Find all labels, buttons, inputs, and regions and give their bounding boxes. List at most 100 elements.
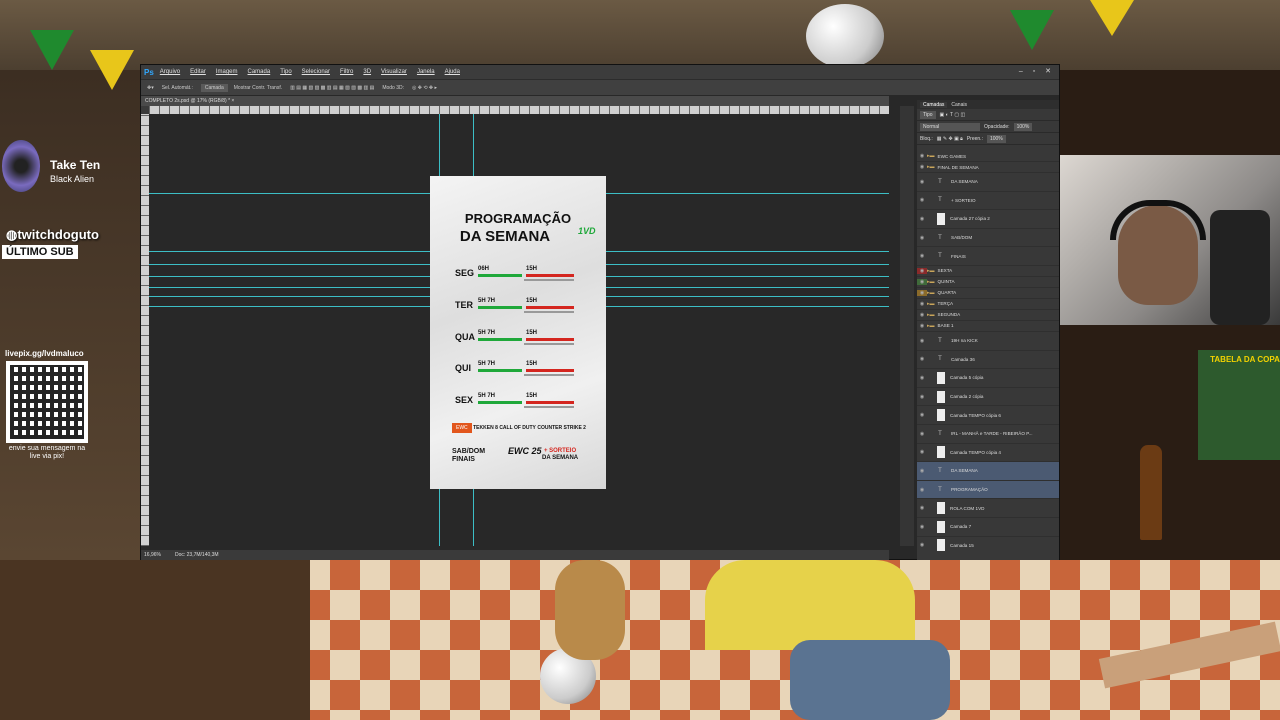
folder-icon[interactable]: ▸▬ — [927, 153, 935, 159]
menu-visualizar[interactable]: Visualizar — [381, 69, 407, 75]
eye-icon[interactable]: ◉ — [917, 356, 927, 362]
eye-icon[interactable]: ◉ — [917, 338, 927, 344]
eye-icon[interactable]: ◉ — [917, 216, 927, 222]
layer-row[interactable]: ◉ ▸▬ QUINTA — [917, 277, 1059, 288]
folder-icon[interactable]: ▸▬ — [927, 164, 935, 170]
layer-row[interactable]: ◉ Camada 5 cópia — [917, 369, 1059, 388]
eye-icon[interactable]: ◉ — [917, 253, 927, 259]
eye-icon[interactable]: ◉ — [917, 235, 927, 241]
move-tool-icon[interactable]: ✥▾ — [147, 85, 154, 91]
layer-name: SAB/DOM — [951, 235, 973, 241]
eye-icon[interactable]: ◉ — [917, 278, 927, 285]
layer-row[interactable]: ◉ ▸▬ BASE 1 — [917, 321, 1059, 332]
eye-icon[interactable]: ◉ — [917, 179, 927, 185]
eye-icon[interactable]: ◉ — [917, 431, 927, 437]
layer-row[interactable]: ◉ ROLA COM 1VD — [917, 499, 1059, 518]
tab-camadas[interactable]: Camadas — [920, 101, 948, 108]
folder-icon[interactable]: ▸▬ — [927, 323, 935, 329]
eye-icon[interactable]: ◉ — [917, 412, 927, 418]
blend-mode-select[interactable]: Normal — [920, 122, 980, 131]
menu-filtro[interactable]: Filtro — [340, 69, 353, 75]
eye-icon[interactable]: ◉ — [917, 524, 927, 530]
layer-row[interactable]: ◉ Camada TEMPO cópia 4 — [917, 444, 1059, 463]
opacity-input[interactable]: 100% — [1013, 122, 1033, 131]
layer-row[interactable]: ◉ T DA SEMANA — [917, 173, 1059, 192]
eye-icon[interactable]: ◉ — [917, 505, 927, 511]
menu-selecionar[interactable]: Selecionar — [302, 69, 330, 75]
show-transform-checkbox[interactable]: Mostrar Contr. Transf. — [234, 85, 282, 91]
panel-icon-strip[interactable] — [900, 106, 914, 546]
ruler-horizontal[interactable] — [149, 106, 889, 114]
menu-ajuda[interactable]: Ajuda — [445, 69, 460, 75]
layer-row[interactable]: ◉ T PROGRAMAÇÃO — [917, 480, 1059, 500]
folder-icon[interactable]: ▸▬ — [927, 301, 935, 307]
layer-row[interactable]: ◉ T + SORTEIO — [917, 192, 1059, 211]
layer-thumbnail — [937, 371, 945, 384]
layer-row[interactable]: ◉ T SAB/DOM — [917, 229, 1059, 248]
canvas-area[interactable]: PROGRAMAÇÃO DA SEMANA 1VD SEG 06H 15H TE… — [149, 114, 889, 546]
3d-tools-icons[interactable]: ◎ ✥ ⟲ ✥ ▸ — [412, 85, 437, 91]
layer-row[interactable]: ◉ T FINAIS — [917, 247, 1059, 266]
ruler-vertical[interactable] — [141, 114, 149, 546]
eye-icon[interactable]: ◉ — [917, 301, 927, 307]
layer-row[interactable]: ◉ ▸▬ TERÇA — [917, 299, 1059, 310]
eye-icon[interactable]: ◉ — [917, 289, 927, 296]
layer-row[interactable]: ◉ Camada 27 cópia 2 — [917, 210, 1059, 229]
menu-camada[interactable]: Camada — [248, 69, 271, 75]
stream-scene: Take Ten Black Alien ◍twitchdoguto ÚLTIM… — [0, 0, 1280, 720]
folder-icon[interactable]: ▸▬ — [927, 290, 935, 296]
auto-select-mode[interactable]: Camada — [200, 83, 228, 92]
eye-icon[interactable]: ◉ — [917, 323, 927, 329]
layer-row[interactable]: ◉ Camada 7 — [917, 518, 1059, 537]
fill-input[interactable]: 100% — [986, 134, 1006, 143]
layer-kind-filter[interactable]: Tipo — [920, 110, 936, 119]
eye-icon[interactable]: ◉ — [917, 197, 927, 203]
layer-row[interactable]: ◉ T 19H na KICK — [917, 332, 1059, 351]
document-tab[interactable]: COMPLETO 2s.psd @ 17% (RGB/8) * × — [141, 96, 889, 106]
layer-row[interactable]: ◉ T DA SEMANA — [917, 462, 1059, 481]
layer-row[interactable]: ◉ Camada 2 cópia — [917, 388, 1059, 407]
layer-row[interactable]: ◉ ▸▬ SEGUNDA — [917, 310, 1059, 321]
layer-row[interactable]: ◉ T Camada 36 — [917, 351, 1059, 370]
menu-3d[interactable]: 3D — [363, 69, 371, 75]
eye-icon[interactable]: ◉ — [917, 542, 927, 548]
menu-arquivo[interactable]: Arquivo — [160, 69, 180, 75]
window-controls[interactable]: – ▫ ✕ — [1019, 67, 1055, 75]
layer-row[interactable]: ◉ ▸▬ EWC GAMES — [917, 151, 1059, 162]
lock-row: Bloq.: ▦ ✎ ✥ ▣ 🔒︎ Preen.: 100% — [917, 133, 1059, 145]
eye-icon[interactable]: ◉ — [917, 394, 927, 400]
eye-icon[interactable]: ◉ — [917, 164, 927, 170]
poster-artboard[interactable]: PROGRAMAÇÃO DA SEMANA 1VD SEG 06H 15H TE… — [430, 176, 606, 489]
eye-icon[interactable]: ◉ — [917, 487, 927, 493]
poster-title-line1: PROGRAMAÇÃO — [464, 211, 572, 226]
eye-icon[interactable]: ◉ — [917, 267, 927, 274]
eye-icon[interactable]: ◉ — [917, 468, 927, 474]
align-icons[interactable]: ▥ ▤ ▦ ▧ ▨ ▩ ▥ ▤ ▦ ▧ ▨ ▩ ▥ ▤ — [290, 85, 374, 91]
eye-icon[interactable]: ◉ — [917, 312, 927, 318]
layer-row[interactable]: ◉ ▸▬ SEXTA — [917, 266, 1059, 277]
folder-icon[interactable]: ▸▬ — [927, 268, 935, 274]
eye-icon[interactable]: ◉ — [917, 449, 927, 455]
auto-select-checkbox[interactable]: Sel. Automát.: — [162, 85, 193, 91]
layer-row[interactable]: ◉ Camada TEMPO cópia 6 — [917, 406, 1059, 425]
photoshop-window[interactable]: Ps Arquivo Editar Imagem Camada Tipo Sel… — [140, 64, 1060, 560]
menu-tipo[interactable]: Tipo — [280, 69, 291, 75]
folder-icon[interactable]: ▸▬ — [927, 312, 935, 318]
layer-name: BASE 1 — [937, 323, 954, 329]
layer-row[interactable]: ◉ T IRL - MANHÃ e TARDE - RIBEIRÃO P... — [917, 425, 1059, 444]
menu-imagem[interactable]: Imagem — [216, 69, 238, 75]
filter-icons[interactable]: ▣ ◐ T ▢ ◫ — [940, 112, 966, 118]
lock-icons[interactable]: ▦ ✎ ✥ ▣ 🔒︎ — [937, 136, 963, 142]
folder-icon[interactable]: ▸▬ — [927, 279, 935, 285]
zoom-level[interactable]: 16,96% — [144, 552, 161, 558]
layer-row[interactable]: ◉ ▸▬ QUARTA — [917, 288, 1059, 299]
tab-canais[interactable]: Canais — [951, 102, 967, 108]
eye-icon[interactable]: ◉ — [917, 375, 927, 381]
layer-row[interactable]: ◉ Camada 15 — [917, 537, 1059, 554]
layers-panel[interactable]: Camadas Canais Tipo ▣ ◐ T ▢ ◫ Normal Opa… — [917, 100, 1059, 560]
eye-icon[interactable]: ◉ — [917, 153, 927, 159]
layer-row[interactable]: ◉ ▸▬ FINAL DE SEMANA — [917, 162, 1059, 173]
menu-janela[interactable]: Janela — [417, 69, 435, 75]
menu-editar[interactable]: Editar — [190, 69, 206, 75]
layer-list[interactable]: ◉ ▸▬ EWC GAMES ◉ ▸▬ FINAL DE SEMANA ◉ T DA SEMAN… — [917, 151, 1059, 553]
